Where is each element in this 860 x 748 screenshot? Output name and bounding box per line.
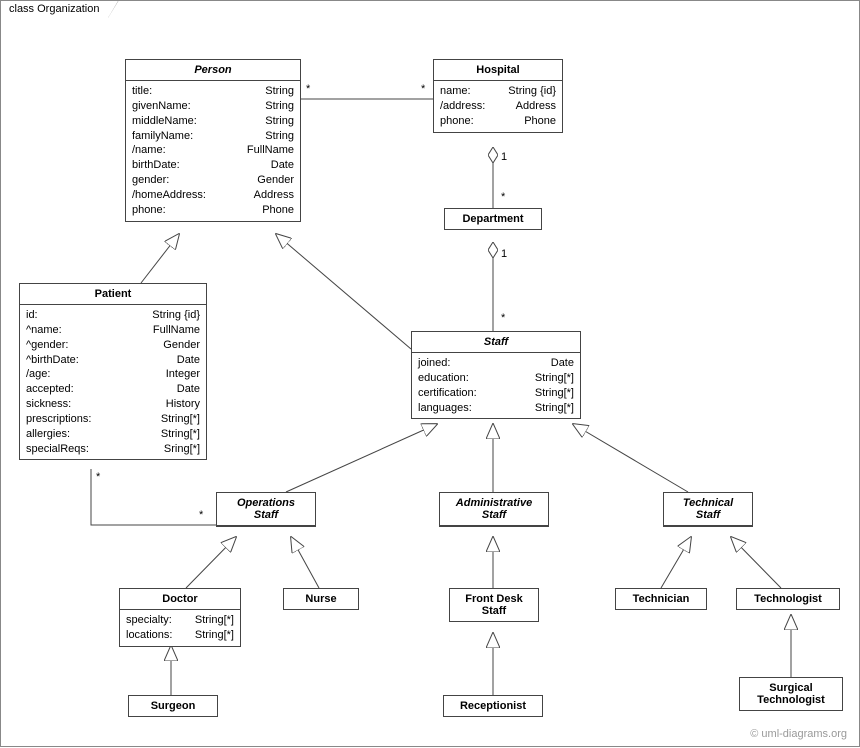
class-staff-title: Staff xyxy=(412,332,580,353)
attribute-row: phone:Phone xyxy=(440,114,556,129)
class-operations-staff: OperationsStaff xyxy=(216,492,316,527)
attribute-row: gender:Gender xyxy=(132,173,294,188)
mult-patient-ops-o: * xyxy=(199,509,203,521)
attribute-row: joined:Date xyxy=(418,356,574,371)
attribute-row: birthDate:Date xyxy=(132,158,294,173)
class-department: Department xyxy=(444,208,542,230)
mult-dept-staff-star: * xyxy=(501,312,505,324)
attribute-row: title:String xyxy=(132,84,294,99)
mult-hospital-dept-1: 1 xyxy=(501,151,507,163)
frame-title-tab: class Organization xyxy=(0,0,109,17)
diagram-frame: class Organization xyxy=(0,0,860,747)
attribute-row: /name:FullName xyxy=(132,143,294,158)
class-patient-attributes: id:String {id}^name:FullName^gender:Gend… xyxy=(20,305,206,459)
class-receptionist-title: Receptionist xyxy=(444,696,542,716)
attribute-row: education:String[*] xyxy=(418,371,574,386)
attribute-row: prescriptions:String[*] xyxy=(26,412,200,427)
frame-title: class Organization xyxy=(9,3,100,15)
mult-patient-ops-p: * xyxy=(96,471,100,483)
class-person: Person title:StringgivenName:Stringmiddl… xyxy=(125,59,301,222)
attribute-row: phone:Phone xyxy=(132,203,294,218)
class-nurse: Nurse xyxy=(283,588,359,610)
attribute-row: name:String {id} xyxy=(440,84,556,99)
class-technician-title: Technician xyxy=(616,589,706,609)
class-administrative-staff-title: AdministrativeStaff xyxy=(440,493,548,526)
class-doctor-attributes: specialty:String[*]locations:String[*] xyxy=(120,610,240,646)
class-technician: Technician xyxy=(615,588,707,610)
class-staff-attributes: joined:Dateeducation:String[*]certificat… xyxy=(412,353,580,418)
class-patient: Patient id:String {id}^name:FullName^gen… xyxy=(19,283,207,460)
class-surgeon-title: Surgeon xyxy=(129,696,217,716)
class-technical-staff: TechnicalStaff xyxy=(663,492,753,527)
class-person-title: Person xyxy=(126,60,300,81)
class-front-desk-staff-title: Front DeskStaff xyxy=(450,589,538,621)
attribute-row: id:String {id} xyxy=(26,308,200,323)
attribute-row: languages:String[*] xyxy=(418,401,574,416)
attribute-row: specialty:String[*] xyxy=(126,613,234,628)
class-staff: Staff joined:Dateeducation:String[*]cert… xyxy=(411,331,581,419)
attribute-row: /homeAddress:Address xyxy=(132,188,294,203)
class-operations-staff-title: OperationsStaff xyxy=(217,493,315,526)
attribute-row: /address:Address xyxy=(440,99,556,114)
class-surgical-technologist-title: SurgicalTechnologist xyxy=(740,678,842,710)
attribute-row: ^name:FullName xyxy=(26,323,200,338)
class-technical-staff-title: TechnicalStaff xyxy=(664,493,752,526)
copyright-text: © uml-diagrams.org xyxy=(750,728,847,740)
mult-person-hospital-left: * xyxy=(306,83,310,95)
attribute-row: specialReqs:Sring[*] xyxy=(26,442,200,457)
class-patient-title: Patient xyxy=(20,284,206,305)
class-surgeon: Surgeon xyxy=(128,695,218,717)
attribute-row: accepted:Date xyxy=(26,382,200,397)
class-surgical-technologist: SurgicalTechnologist xyxy=(739,677,843,711)
class-department-title: Department xyxy=(445,209,541,229)
class-front-desk-staff: Front DeskStaff xyxy=(449,588,539,622)
mult-hospital-dept-star: * xyxy=(501,191,505,203)
attribute-row: givenName:String xyxy=(132,99,294,114)
class-administrative-staff: AdministrativeStaff xyxy=(439,492,549,527)
attribute-row: locations:String[*] xyxy=(126,628,234,643)
attribute-row: sickness:History xyxy=(26,397,200,412)
class-doctor-title: Doctor xyxy=(120,589,240,610)
class-hospital: Hospital name:String {id}/address:Addres… xyxy=(433,59,563,133)
class-doctor: Doctor specialty:String[*]locations:Stri… xyxy=(119,588,241,647)
class-person-attributes: title:StringgivenName:StringmiddleName:S… xyxy=(126,81,300,221)
attribute-row: ^birthDate:Date xyxy=(26,353,200,368)
class-technologist-title: Technologist xyxy=(737,589,839,609)
attribute-row: allergies:String[*] xyxy=(26,427,200,442)
attribute-row: /age:Integer xyxy=(26,367,200,382)
class-receptionist: Receptionist xyxy=(443,695,543,717)
mult-person-hospital-right: * xyxy=(421,83,425,95)
attribute-row: ^gender:Gender xyxy=(26,338,200,353)
class-nurse-title: Nurse xyxy=(284,589,358,609)
attribute-row: certification:String[*] xyxy=(418,386,574,401)
class-hospital-title: Hospital xyxy=(434,60,562,81)
mult-dept-staff-1: 1 xyxy=(501,248,507,260)
attribute-row: familyName:String xyxy=(132,129,294,144)
class-hospital-attributes: name:String {id}/address:Addressphone:Ph… xyxy=(434,81,562,132)
class-technologist: Technologist xyxy=(736,588,840,610)
attribute-row: middleName:String xyxy=(132,114,294,129)
